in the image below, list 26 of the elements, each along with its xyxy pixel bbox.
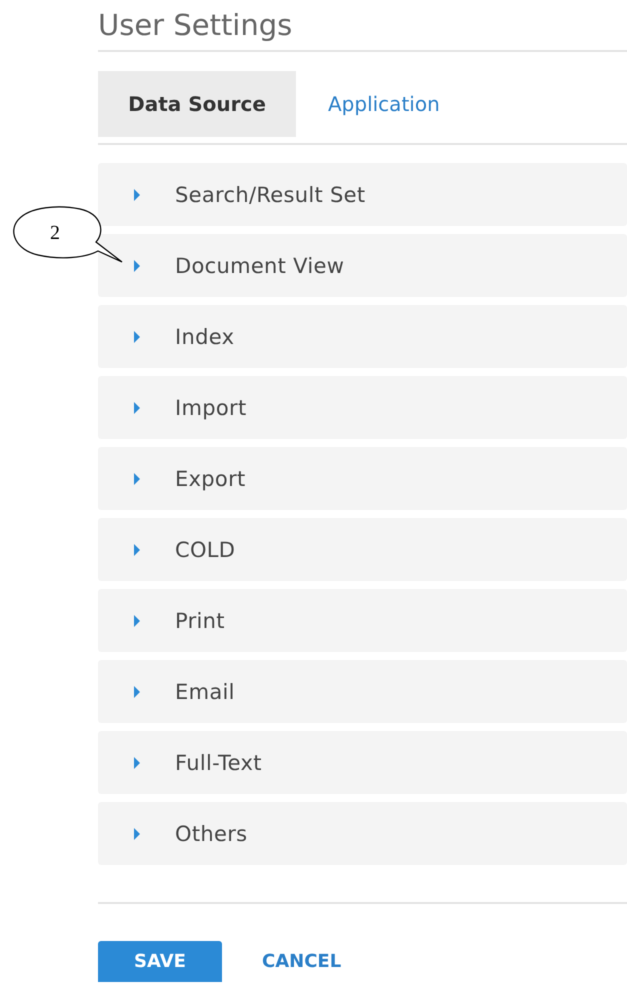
accordion-row[interactable]: Index [98,305,627,368]
caret-icon [133,258,141,272]
accordion-row[interactable]: COLD [98,518,627,581]
tab[interactable]: Data Source [98,71,296,137]
accordion-row[interactable]: Document View [98,234,627,297]
accordion-row[interactable]: Import [98,376,627,439]
accordion-row[interactable]: Search/Result Set [98,163,627,226]
caret-icon [133,756,141,770]
accordion-row[interactable]: Export [98,447,627,510]
caret-icon [133,614,141,628]
callout-number: 2 [50,222,60,245]
page-title: User Settings [98,0,627,52]
accordion-row[interactable]: Print [98,589,627,652]
tab[interactable]: Application [296,71,472,137]
caret-icon [133,542,141,556]
accordion-row[interactable]: Others [98,802,627,865]
caret-icon [133,472,141,486]
caret-icon [133,400,141,414]
caret-icon [133,330,141,344]
accordion-row[interactable]: Full-Text [98,731,627,794]
caret-icon [133,826,141,840]
caret-icon [133,188,141,202]
accordion-row[interactable]: Email [98,660,627,723]
save-button[interactable]: SAVE [98,941,222,982]
caret-icon [133,684,141,698]
cancel-button[interactable]: CANCEL [262,951,342,972]
